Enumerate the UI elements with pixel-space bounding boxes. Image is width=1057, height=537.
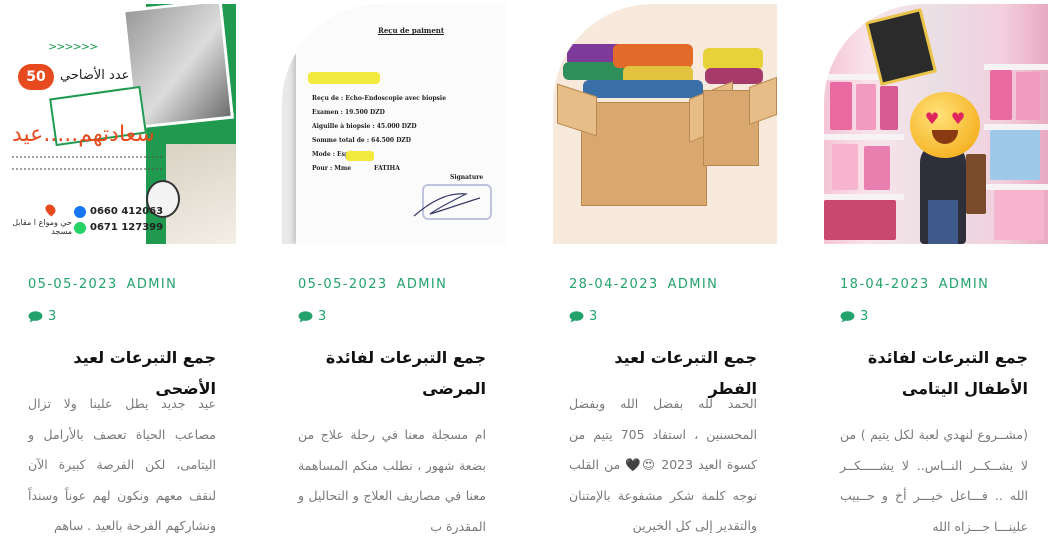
clothes-boxes-image — [553, 4, 777, 244]
post-date[interactable]: 18-04-2023 — [840, 277, 930, 292]
comment-icon — [298, 310, 313, 323]
comment-count: 3 — [860, 309, 869, 324]
post-date[interactable]: 05-05-2023 — [28, 277, 118, 292]
post-thumbnail[interactable] — [553, 4, 777, 244]
post-meta: 05-05-2023 ADMIN — [298, 277, 506, 292]
flyer-slogan: سعادتهم.....عيد — [12, 122, 155, 147]
flyer-address: حي ومواع ا مقابل مسجد — [12, 218, 72, 236]
flyer-phone-1: 0660 412063 — [90, 206, 164, 217]
flyer-phone-2: 0671 127399 — [90, 222, 164, 233]
post-thumbnail[interactable]: Reçu de paiment Reçu de : Echo-Endoscopi… — [282, 4, 506, 244]
receipt-heading: Reçu de paiment — [378, 26, 445, 35]
comment-count: 3 — [318, 309, 327, 324]
post-author[interactable]: ADMIN — [939, 277, 990, 292]
receipt-signature-label: Signature — [450, 174, 484, 181]
post-title[interactable]: جمع التبرعات لفائدة المرضى — [298, 342, 486, 404]
post-excerpt: ام مسجلة معنا في رحلة علاج من بضعة شهور … — [298, 427, 486, 534]
payment-receipt-image: Reçu de paiment Reçu de : Echo-Endoscopi… — [282, 4, 506, 244]
post-date[interactable]: 28-04-2023 — [569, 277, 659, 292]
location-pin-icon — [43, 202, 58, 217]
toy-store-image: ♥ ♥ — [824, 4, 1048, 244]
post-author[interactable]: ADMIN — [127, 277, 178, 292]
post-excerpt: عيد جديد يطل علينا ولا تزال مصاعب الحياة… — [28, 396, 216, 533]
eid-adha-flyer-image: >>>>>> 50 عدد الأضاحي سعادتهم.....عيد حي… — [12, 4, 236, 244]
post-meta: 05-05-2023 ADMIN — [28, 277, 236, 292]
post-comments[interactable]: 3 — [28, 309, 56, 324]
receipt-lines: Reçu de : Echo-Endoscopie avec biopsie Ex… — [312, 95, 447, 172]
post-card-patients[interactable]: Reçu de paiment Reçu de : Echo-Endoscopi… — [282, 0, 506, 537]
comment-count: 3 — [48, 309, 57, 324]
post-comments[interactable]: 3 — [569, 309, 597, 324]
post-thumbnail[interactable]: >>>>>> 50 عدد الأضاحي سعادتهم.....عيد حي… — [12, 4, 236, 244]
post-author[interactable]: ADMIN — [668, 277, 719, 292]
post-card-eid-adha[interactable]: >>>>>> 50 عدد الأضاحي سعادتهم.....عيد حي… — [12, 0, 236, 537]
comment-icon — [28, 310, 43, 323]
flyer-arrows: >>>>>> — [48, 40, 98, 53]
post-excerpt: الحمد لله بفضل الله وبفضل المحسنين ، است… — [569, 396, 758, 533]
comment-icon — [840, 310, 855, 323]
comment-count: 3 — [589, 309, 598, 324]
post-card-eid-fitr[interactable]: 28-04-2023 ADMIN 3 جمع التبرعات لعيد الفط… — [553, 0, 777, 537]
flyer-headline: عدد الأضاحي — [60, 68, 130, 83]
flyer-count-badge: 50 — [18, 64, 54, 90]
post-comments[interactable]: 3 — [298, 309, 326, 324]
heart-eyes-emoji-icon: ♥ ♥ — [910, 92, 980, 158]
post-author[interactable]: ADMIN — [397, 277, 448, 292]
post-card-orphans[interactable]: ♥ ♥ 18-04-2023 ADMIN 3 جمع التبرعات لفائد… — [824, 0, 1048, 537]
whatsapp-icon — [74, 222, 86, 234]
comment-icon — [569, 310, 584, 323]
post-date[interactable]: 05-05-2023 — [298, 277, 388, 292]
facebook-icon — [74, 206, 86, 218]
post-meta: 28-04-2023 ADMIN — [569, 277, 777, 292]
post-thumbnail[interactable]: ♥ ♥ — [824, 4, 1048, 244]
post-excerpt: (مشــروع لنهدي لعبة لكل يتيم ) من لا يشـ… — [840, 427, 1028, 534]
signature-scribble-icon — [413, 193, 481, 217]
post-meta: 18-04-2023 ADMIN — [840, 277, 1048, 292]
post-title[interactable]: جمع التبرعات لفائدة الأطفال اليتامى — [840, 342, 1028, 404]
post-comments[interactable]: 3 — [840, 309, 868, 324]
